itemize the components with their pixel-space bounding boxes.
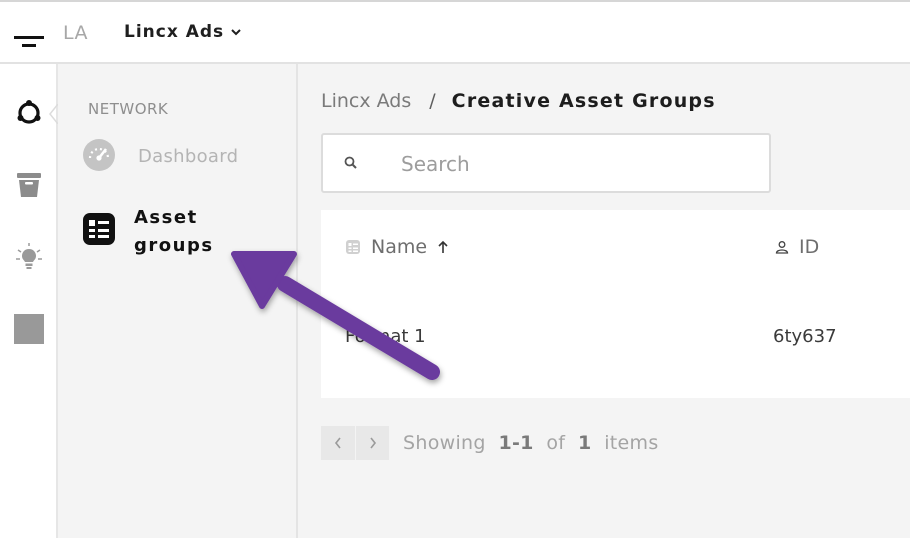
org-switcher[interactable]: Lincx Ads (124, 22, 242, 42)
main-content: Lincx Ads / Creative Asset Groups Name (298, 64, 910, 538)
next-page-button[interactable] (355, 426, 389, 460)
nav-section-label: NETWORK (88, 100, 169, 118)
secondary-nav: NETWORK Dashboard Asset groups (58, 64, 298, 538)
table-cell-id: 6ty637 (773, 326, 837, 347)
sort-ascending-icon[interactable] (437, 240, 449, 254)
column-header-label: Name (371, 236, 428, 258)
chevron-down-icon (231, 29, 241, 36)
pagination: Showing 1-1 of 1 items (321, 426, 659, 460)
pagination-range-start: 1 (498, 432, 512, 454)
active-caret-icon (49, 104, 58, 124)
user-icon (775, 241, 789, 254)
square-icon[interactable] (14, 314, 44, 344)
asset-groups-icon (83, 213, 115, 245)
pagination-total: 1 (577, 432, 592, 454)
asset-groups-table: Name ID Format 1 6ty637 (321, 210, 910, 398)
pagination-prefix: Showing (403, 432, 486, 454)
breadcrumb-separator: / (429, 90, 436, 112)
page-title: Creative Asset Groups (451, 90, 716, 112)
sidebar-item-label: Dashboard (138, 146, 239, 167)
table-cell-name[interactable]: Format 1 (345, 326, 426, 347)
search-icon (344, 156, 357, 169)
pagination-range-end: 1 (520, 432, 534, 454)
org-name: Lincx Ads (124, 22, 225, 42)
user-initials[interactable]: LA (63, 22, 88, 44)
column-header-id[interactable]: ID (775, 236, 819, 258)
list-icon (346, 240, 360, 254)
breadcrumb: Lincx Ads / Creative Asset Groups (321, 90, 716, 112)
sidebar-item-asset-groups[interactable]: Asset groups (82, 204, 244, 260)
pagination-suffix: items (604, 432, 659, 454)
lightbulb-icon[interactable] (14, 242, 44, 272)
sidebar-item-label: Asset groups (134, 207, 214, 256)
sidebar-item-dashboard[interactable]: Dashboard (82, 138, 238, 172)
bucket-icon[interactable] (14, 170, 44, 200)
dashboard-gauge-icon (83, 139, 115, 171)
column-header-name[interactable]: Name (345, 236, 459, 258)
pagination-summary: Showing 1-1 of 1 items (403, 432, 659, 454)
search-input[interactable] (401, 147, 751, 181)
top-bar: LA Lincx Ads (0, 0, 910, 64)
network-icon[interactable] (14, 98, 44, 128)
search-box (321, 133, 771, 193)
icon-rail (0, 64, 58, 538)
menu-icon[interactable] (14, 36, 44, 48)
chevron-left-icon (334, 437, 341, 449)
column-header-label: ID (799, 236, 820, 258)
breadcrumb-org[interactable]: Lincx Ads (321, 90, 411, 112)
prev-page-button[interactable] (321, 426, 355, 460)
chevron-right-icon (369, 437, 376, 449)
pagination-of: of (546, 432, 566, 454)
